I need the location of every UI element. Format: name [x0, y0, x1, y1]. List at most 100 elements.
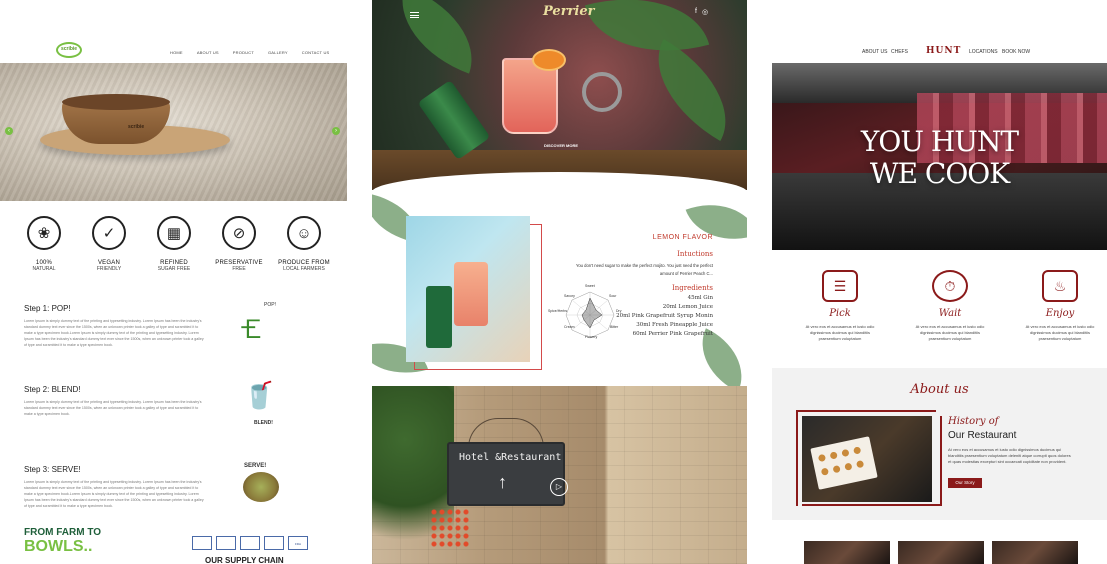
nav-gallery[interactable]: GALLERY	[268, 50, 288, 55]
ingredient-item: 60ml Perrier Pink Grapefruit	[632, 331, 713, 337]
feature-preservative-free: ⊘ PRESERVATIVE FREE	[209, 216, 269, 272]
gallery-thumb[interactable]	[992, 541, 1078, 564]
blender-blend-icon: 🥤	[243, 380, 276, 410]
certification-logos: FDA	[192, 536, 308, 550]
hunt-logo[interactable]: HUNT	[926, 46, 961, 56]
radar-label: Sour	[609, 294, 617, 298]
palm-leaf	[633, 39, 747, 141]
feature-local-farmers: ☺ PRODUCE FROM LOCAL FARMERS	[274, 216, 334, 272]
bowl-brand-mark: scribie	[128, 124, 145, 130]
palm-leaf	[685, 189, 747, 255]
nav-about-us[interactable]: ABOUT US	[862, 49, 887, 55]
chef-icon: ♨	[1042, 270, 1078, 302]
about-heading: About us	[910, 382, 969, 397]
feature-list: ❀ 100% NATURAL ✓ VEGAN FRIENDLY ▦ REFINE…	[14, 216, 334, 272]
feature-subtitle: SUGAR FREE	[157, 266, 191, 272]
step-title: Step 1: POP!	[24, 304, 89, 313]
feature-subtitle: NATURAL	[32, 266, 56, 272]
preservative-free-icon: ⊘	[222, 216, 256, 250]
slider-prev-icon[interactable]: ‹	[5, 127, 13, 135]
step-2: Step 2: BLEND! Lorem Ipsum is simply dum…	[24, 379, 204, 417]
about-section: About us History of Our Restaurant At ve…	[772, 368, 1107, 520]
step-text: At vero eos et accusamus et iusto odio d…	[915, 324, 985, 341]
hero-headline-line1: YOU HUNT	[860, 125, 1019, 158]
our-story-button[interactable]: Our Story	[948, 478, 982, 488]
stopwatch-icon: ⏱	[932, 270, 968, 302]
step-wait: ⏱ Wait At vero eos et accusamus et iusto…	[910, 270, 990, 342]
hunt-header: ABOUT US CHEFS HUNT LOCATIONS BOOK NOW	[772, 46, 1107, 60]
step-enjoy: ♨ Enjoy At vero eos et accusamus et iust…	[1020, 270, 1100, 342]
history-label: History of	[948, 416, 999, 427]
discover-more-link[interactable]: DISCOVER MORE	[544, 143, 578, 148]
pop-label: POP!	[264, 302, 276, 308]
history-title: Our Restaurant	[948, 430, 1017, 441]
natural-icon: ❀	[27, 216, 61, 250]
feature-subtitle: FRIENDLY	[96, 266, 122, 272]
step-3: Step 3: SERVE! Lorem Ipsum is simply dum…	[24, 459, 204, 509]
nav-locations[interactable]: LOCATIONS	[969, 49, 998, 55]
nav-chefs[interactable]: CHEFS	[891, 49, 908, 55]
ingredients-heading: Ingredients	[671, 284, 713, 292]
dish	[829, 451, 838, 460]
blend-label: BLEND!	[254, 420, 273, 426]
nav-product[interactable]: PRODUCT	[233, 50, 254, 55]
restaurant-menu-photo	[802, 416, 932, 502]
play-video-icon[interactable]: ▷	[550, 478, 568, 496]
menu-icon: ☰	[822, 270, 858, 302]
radar-label: Sweet	[585, 284, 595, 288]
hamburger-menu-icon[interactable]	[410, 12, 419, 18]
slider-next-icon[interactable]: ›	[332, 127, 340, 135]
feature-subtitle: LOCAL FARMERS	[283, 266, 325, 272]
instagram-icon[interactable]: ◎	[702, 8, 708, 16]
up-arrow-icon: ↑	[498, 472, 507, 492]
step-text: At vero eos et accusamus et iusto odio d…	[805, 324, 875, 341]
orange-slice	[532, 49, 566, 71]
ingredient-list: 45ml Gin 20ml Lemon Juice 20ml Pink Grap…	[616, 294, 713, 339]
nav-book-now[interactable]: BOOK NOW	[1002, 49, 1030, 55]
blender-pop-icon: 🝗	[240, 314, 262, 344]
history-text: At vero eos et accusamus et iusto odio d…	[948, 447, 1071, 464]
cocktail-photo	[406, 216, 530, 362]
feature-sugar-free: ▦ REFINED SUGAR FREE	[144, 216, 204, 272]
farmer-icon: ☺	[287, 216, 321, 250]
farm-heading-line1: FROM FARM TO	[24, 527, 102, 538]
recipe-section: LEMON FLAVOR Intuctions You don't need s…	[372, 189, 747, 392]
cert-logo	[192, 536, 212, 550]
fda-logo: FDA	[288, 536, 308, 550]
social-links: f ◎	[695, 8, 708, 16]
farm-heading-line2: BOWLS..	[24, 538, 93, 555]
nav-home[interactable]: HOME	[170, 50, 183, 55]
nav-about-us[interactable]: ABOUT US	[197, 50, 219, 55]
dish	[841, 448, 850, 458]
cert-logo	[240, 536, 260, 550]
pink-drink	[454, 262, 488, 326]
dish	[832, 465, 841, 474]
dish	[844, 462, 853, 471]
dish	[855, 460, 865, 469]
step-pick: ☰ Pick At vero eos et accusamus et iusto…	[800, 270, 880, 342]
facebook-icon[interactable]: f	[695, 8, 697, 16]
step-title: Enjoy	[1045, 308, 1075, 319]
gallery-thumb[interactable]	[898, 541, 984, 564]
radar-label: Dry	[616, 309, 622, 313]
step-text: Lorem Ipsum is simply dummy text of the …	[24, 400, 202, 416]
step-title: Pick	[829, 308, 851, 319]
sign-text: Hotel &Restaurant	[459, 452, 562, 463]
ingredient-item: 20ml Lemon Juice	[662, 304, 713, 310]
scribie-logo[interactable]: scribie	[56, 42, 82, 58]
gallery-thumb[interactable]	[804, 541, 890, 564]
step-text: At vero eos et accusamus et iusto odio d…	[1025, 324, 1095, 341]
hotel-restaurant-image: Hotel &Restaurant ↑ ▷	[372, 386, 747, 564]
feature-vegan: ✓ VEGAN FRIENDLY	[79, 216, 139, 272]
red-berries	[430, 508, 470, 548]
step-title: Wait	[938, 308, 962, 319]
flavor-title: LEMON FLAVOR	[652, 234, 713, 241]
perrier-logo[interactable]: Perrier	[543, 4, 594, 19]
gallery-thumbnails	[804, 541, 1078, 564]
ingredient-item: 45ml Gin	[687, 295, 713, 301]
feature-natural: ❀ 100% NATURAL	[14, 216, 74, 272]
serving-bowl-image	[243, 472, 279, 502]
nav-contact-us[interactable]: CONTACT US	[302, 50, 330, 55]
radar-label: Spice/Herbs	[548, 309, 568, 313]
scribie-website-preview: scribie HOME ABOUT US PRODUCT GALLERY CO…	[0, 0, 347, 564]
